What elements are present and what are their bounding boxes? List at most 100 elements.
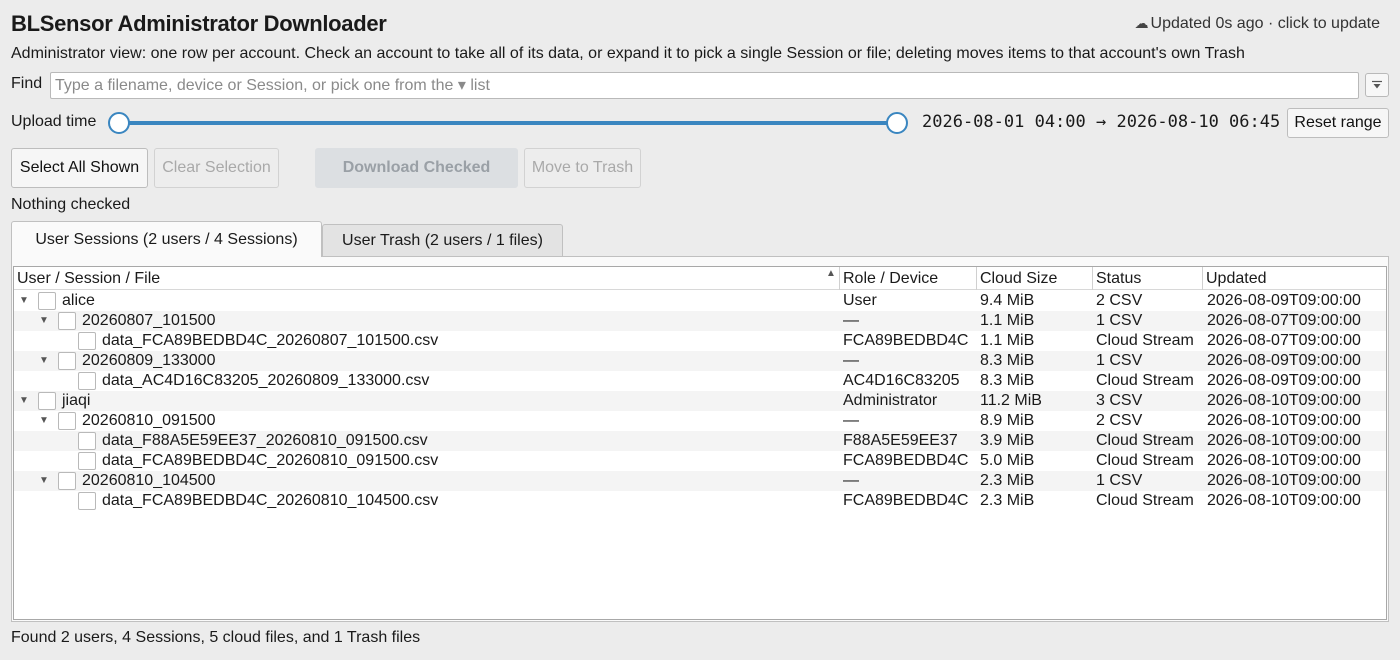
- row-checkbox[interactable]: [78, 372, 96, 390]
- row-status: Cloud Stream: [1096, 332, 1194, 349]
- row-updated: 2026-08-09T09:00:00: [1207, 352, 1361, 369]
- row-checkbox[interactable]: [58, 312, 76, 330]
- row-name: 20260807_101500: [82, 312, 216, 329]
- tree-row-session[interactable]: ▼ 20260810_091500 — 8.9 MiB 2 CSV 2026-08-10T…: [14, 411, 1386, 431]
- updated-text[interactable]: Updated 0s ago · click to update: [1151, 15, 1380, 32]
- row-status: 1 CSV: [1096, 472, 1143, 489]
- range-start-handle[interactable]: [108, 112, 130, 134]
- row-checkbox[interactable]: [38, 292, 56, 310]
- move-to-trash-button[interactable]: Move to Trash: [524, 148, 641, 188]
- row-status: 2 CSV: [1096, 292, 1143, 309]
- row-status: Cloud Stream: [1096, 432, 1194, 449]
- find-input[interactable]: [50, 72, 1359, 99]
- row-status: 1 CSV: [1096, 312, 1143, 329]
- column-header-size[interactable]: Cloud Size: [977, 267, 1093, 290]
- chevron-down-icon: [1372, 80, 1382, 89]
- row-updated: 2026-08-10T09:00:00: [1207, 472, 1361, 489]
- tab-user-sessions[interactable]: User Sessions (2 users / 4 Sessions): [11, 221, 322, 257]
- select-all-shown-button[interactable]: Select All Shown: [11, 148, 148, 188]
- row-checkbox[interactable]: [38, 392, 56, 410]
- row-name: jiaqi: [62, 392, 91, 409]
- row-name: data_FCA89BEDBD4C_20260807_101500.csv: [102, 332, 439, 349]
- sort-ascending-icon: ▲: [826, 268, 836, 279]
- row-updated: 2026-08-10T09:00:00: [1207, 432, 1361, 449]
- tree-row-session[interactable]: ▼ 20260807_101500 — 1.1 MiB 1 CSV 2026-08-07T…: [14, 311, 1386, 331]
- cloud-icon: ☁: [1134, 15, 1149, 31]
- row-size: 1.1 MiB: [980, 332, 1035, 349]
- row-role: FCA89BEDBD4C: [843, 332, 969, 349]
- row-size: 3.9 MiB: [980, 432, 1035, 449]
- row-updated: 2026-08-10T09:00:00: [1207, 492, 1361, 509]
- row-status: Cloud Stream: [1096, 372, 1194, 389]
- column-header-role[interactable]: Role / Device: [840, 267, 977, 290]
- row-name: data_AC4D16C83205_20260809_133000.csv: [102, 372, 430, 389]
- tree-row-user[interactable]: ▼ alice User 9.4 MiB 2 CSV 2026-08-09T09:00:0…: [14, 291, 1386, 311]
- tree-row-file[interactable]: data_FCA89BEDBD4C_20260810_091500.csv FCA…: [14, 451, 1386, 471]
- tree-row-session[interactable]: ▼ 20260810_104500 — 2.3 MiB 1 CSV 2026-08-10T…: [14, 471, 1386, 491]
- upload-time-slider-track[interactable]: [120, 121, 897, 125]
- tree-header: User / Session / File ▲ Role / Device Cl…: [14, 267, 1386, 290]
- expand-toggle-icon[interactable]: ▼: [18, 391, 30, 411]
- row-name: 20260810_091500: [82, 412, 216, 429]
- row-role: FCA89BEDBD4C: [843, 452, 969, 469]
- row-checkbox[interactable]: [78, 332, 96, 350]
- upload-time-label: Upload time: [11, 113, 97, 130]
- column-header-status[interactable]: Status: [1093, 267, 1203, 290]
- row-updated: 2026-08-09T09:00:00: [1207, 292, 1361, 309]
- find-dropdown-button[interactable]: [1365, 73, 1389, 97]
- row-checkbox[interactable]: [58, 352, 76, 370]
- expand-toggle-icon[interactable]: ▼: [38, 351, 50, 371]
- row-name: 20260810_104500: [82, 472, 216, 489]
- reset-range-button[interactable]: Reset range: [1287, 108, 1389, 138]
- row-role: F88A5E59EE37: [843, 432, 958, 449]
- clear-selection-button[interactable]: Clear Selection: [154, 148, 279, 188]
- row-name: data_FCA89BEDBD4C_20260810_104500.csv: [102, 492, 439, 509]
- expand-toggle-icon[interactable]: ▼: [38, 411, 50, 431]
- session-tree[interactable]: User / Session / File ▲ Role / Device Cl…: [13, 266, 1387, 620]
- tree-row-file[interactable]: data_F88A5E59EE37_20260810_091500.csv F88…: [14, 431, 1386, 451]
- row-size: 2.3 MiB: [980, 472, 1035, 489]
- row-checkbox[interactable]: [78, 492, 96, 510]
- row-status: 1 CSV: [1096, 352, 1143, 369]
- column-header-name[interactable]: User / Session / File: [14, 267, 840, 290]
- tree-row-file[interactable]: data_FCA89BEDBD4C_20260810_104500.csv FCA…: [14, 491, 1386, 511]
- row-role: Administrator: [843, 392, 938, 409]
- row-updated: 2026-08-07T09:00:00: [1207, 332, 1361, 349]
- tab-user-trash[interactable]: User Trash (2 users / 1 files): [322, 224, 563, 256]
- row-status: Cloud Stream: [1096, 492, 1194, 509]
- row-role: User: [843, 292, 877, 309]
- row-role: FCA89BEDBD4C: [843, 492, 969, 509]
- range-text: 2026-08-01 04:00 → 2026-08-10 06:45: [922, 112, 1281, 132]
- row-size: 8.3 MiB: [980, 352, 1035, 369]
- tree-row-user[interactable]: ▼ jiaqi Administrator 11.2 MiB 3 CSV 2026-08-…: [14, 391, 1386, 411]
- row-updated: 2026-08-09T09:00:00: [1207, 372, 1361, 389]
- row-size: 8.9 MiB: [980, 412, 1035, 429]
- row-role: —: [843, 412, 859, 429]
- row-updated: 2026-08-10T09:00:00: [1207, 412, 1361, 429]
- expand-toggle-icon[interactable]: ▼: [38, 471, 50, 491]
- row-status: 3 CSV: [1096, 392, 1143, 409]
- download-checked-button[interactable]: Download Checked: [315, 148, 518, 188]
- row-checkbox[interactable]: [78, 452, 96, 470]
- column-header-updated[interactable]: Updated: [1203, 267, 1386, 290]
- update-status[interactable]: ☁ Updated 0s ago · click to update: [1135, 15, 1380, 33]
- row-checkbox[interactable]: [58, 472, 76, 490]
- footer-status: Found 2 users, 4 Sessions, 5 cloud files…: [11, 629, 421, 646]
- row-size: 11.2 MiB: [980, 392, 1042, 409]
- expand-toggle-icon[interactable]: ▼: [18, 291, 30, 311]
- find-label: Find: [11, 75, 43, 92]
- row-checkbox[interactable]: [78, 432, 96, 450]
- range-end-handle[interactable]: [886, 112, 908, 134]
- row-checkbox[interactable]: [58, 412, 76, 430]
- row-size: 5.0 MiB: [980, 452, 1035, 469]
- row-status: 2 CSV: [1096, 412, 1143, 429]
- tree-row-file[interactable]: data_FCA89BEDBD4C_20260807_101500.csv FCA…: [14, 331, 1386, 351]
- expand-toggle-icon[interactable]: ▼: [38, 311, 50, 331]
- row-name: 20260809_133000: [82, 352, 216, 369]
- tree-row-file[interactable]: data_AC4D16C83205_20260809_133000.csv AC4…: [14, 371, 1386, 391]
- description: Administrator view: one row per account.…: [11, 45, 1245, 62]
- row-status: Cloud Stream: [1096, 452, 1194, 469]
- row-size: 9.4 MiB: [980, 292, 1035, 309]
- tree-row-session[interactable]: ▼ 20260809_133000 — 8.3 MiB 1 CSV 2026-08-09T…: [14, 351, 1386, 371]
- row-updated: 2026-08-10T09:00:00: [1207, 452, 1361, 469]
